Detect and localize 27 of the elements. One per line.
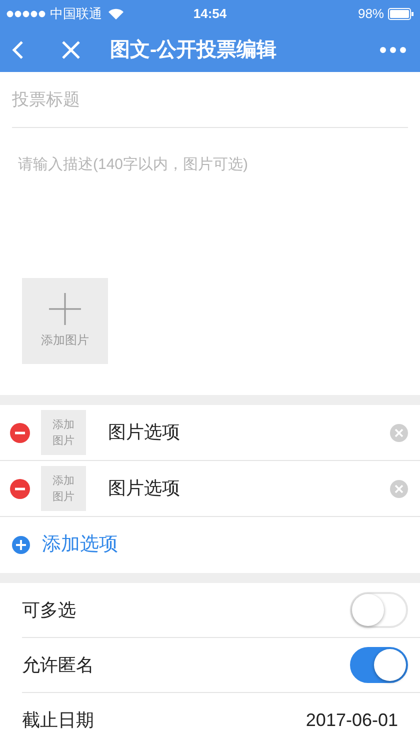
add-option-link[interactable]: 添加选项 [42,530,118,560]
setting-label: 可多选 [22,598,76,622]
wifi-icon [108,8,124,20]
battery-icon [388,8,414,20]
title-field[interactable]: 投票标题 [12,72,408,128]
option-image-button[interactable]: 添加图片 [41,466,86,511]
plus-icon [49,293,81,325]
add-image-button[interactable]: 添加图片 [22,278,108,364]
description-field[interactable]: 请输入描述(140字以内，图片可选) [0,128,420,278]
remove-icon[interactable] [10,478,30,498]
page-title: 图文-公开投票编辑 [110,38,277,62]
remove-icon[interactable] [10,422,30,442]
battery-level: 98% [358,4,384,23]
toggle-switch[interactable] [350,647,408,683]
back-icon[interactable] [12,40,24,60]
carrier-name: 中国联通 [50,4,102,23]
more-icon[interactable] [380,46,406,52]
signal-icon [6,10,46,18]
option-image-button[interactable]: 添加图片 [41,410,86,455]
setting-label: 允许匿名 [22,654,94,676]
close-icon[interactable] [62,40,80,58]
setting-label: 截止日期 [22,709,94,732]
add-icon[interactable] [12,536,30,554]
option-field[interactable]: 图片选项 [108,419,390,446]
date-value[interactable]: 2017-06-01 [306,707,398,734]
clock-time: 14:54 [193,4,227,23]
option-field[interactable]: 图片选项 [108,475,390,502]
